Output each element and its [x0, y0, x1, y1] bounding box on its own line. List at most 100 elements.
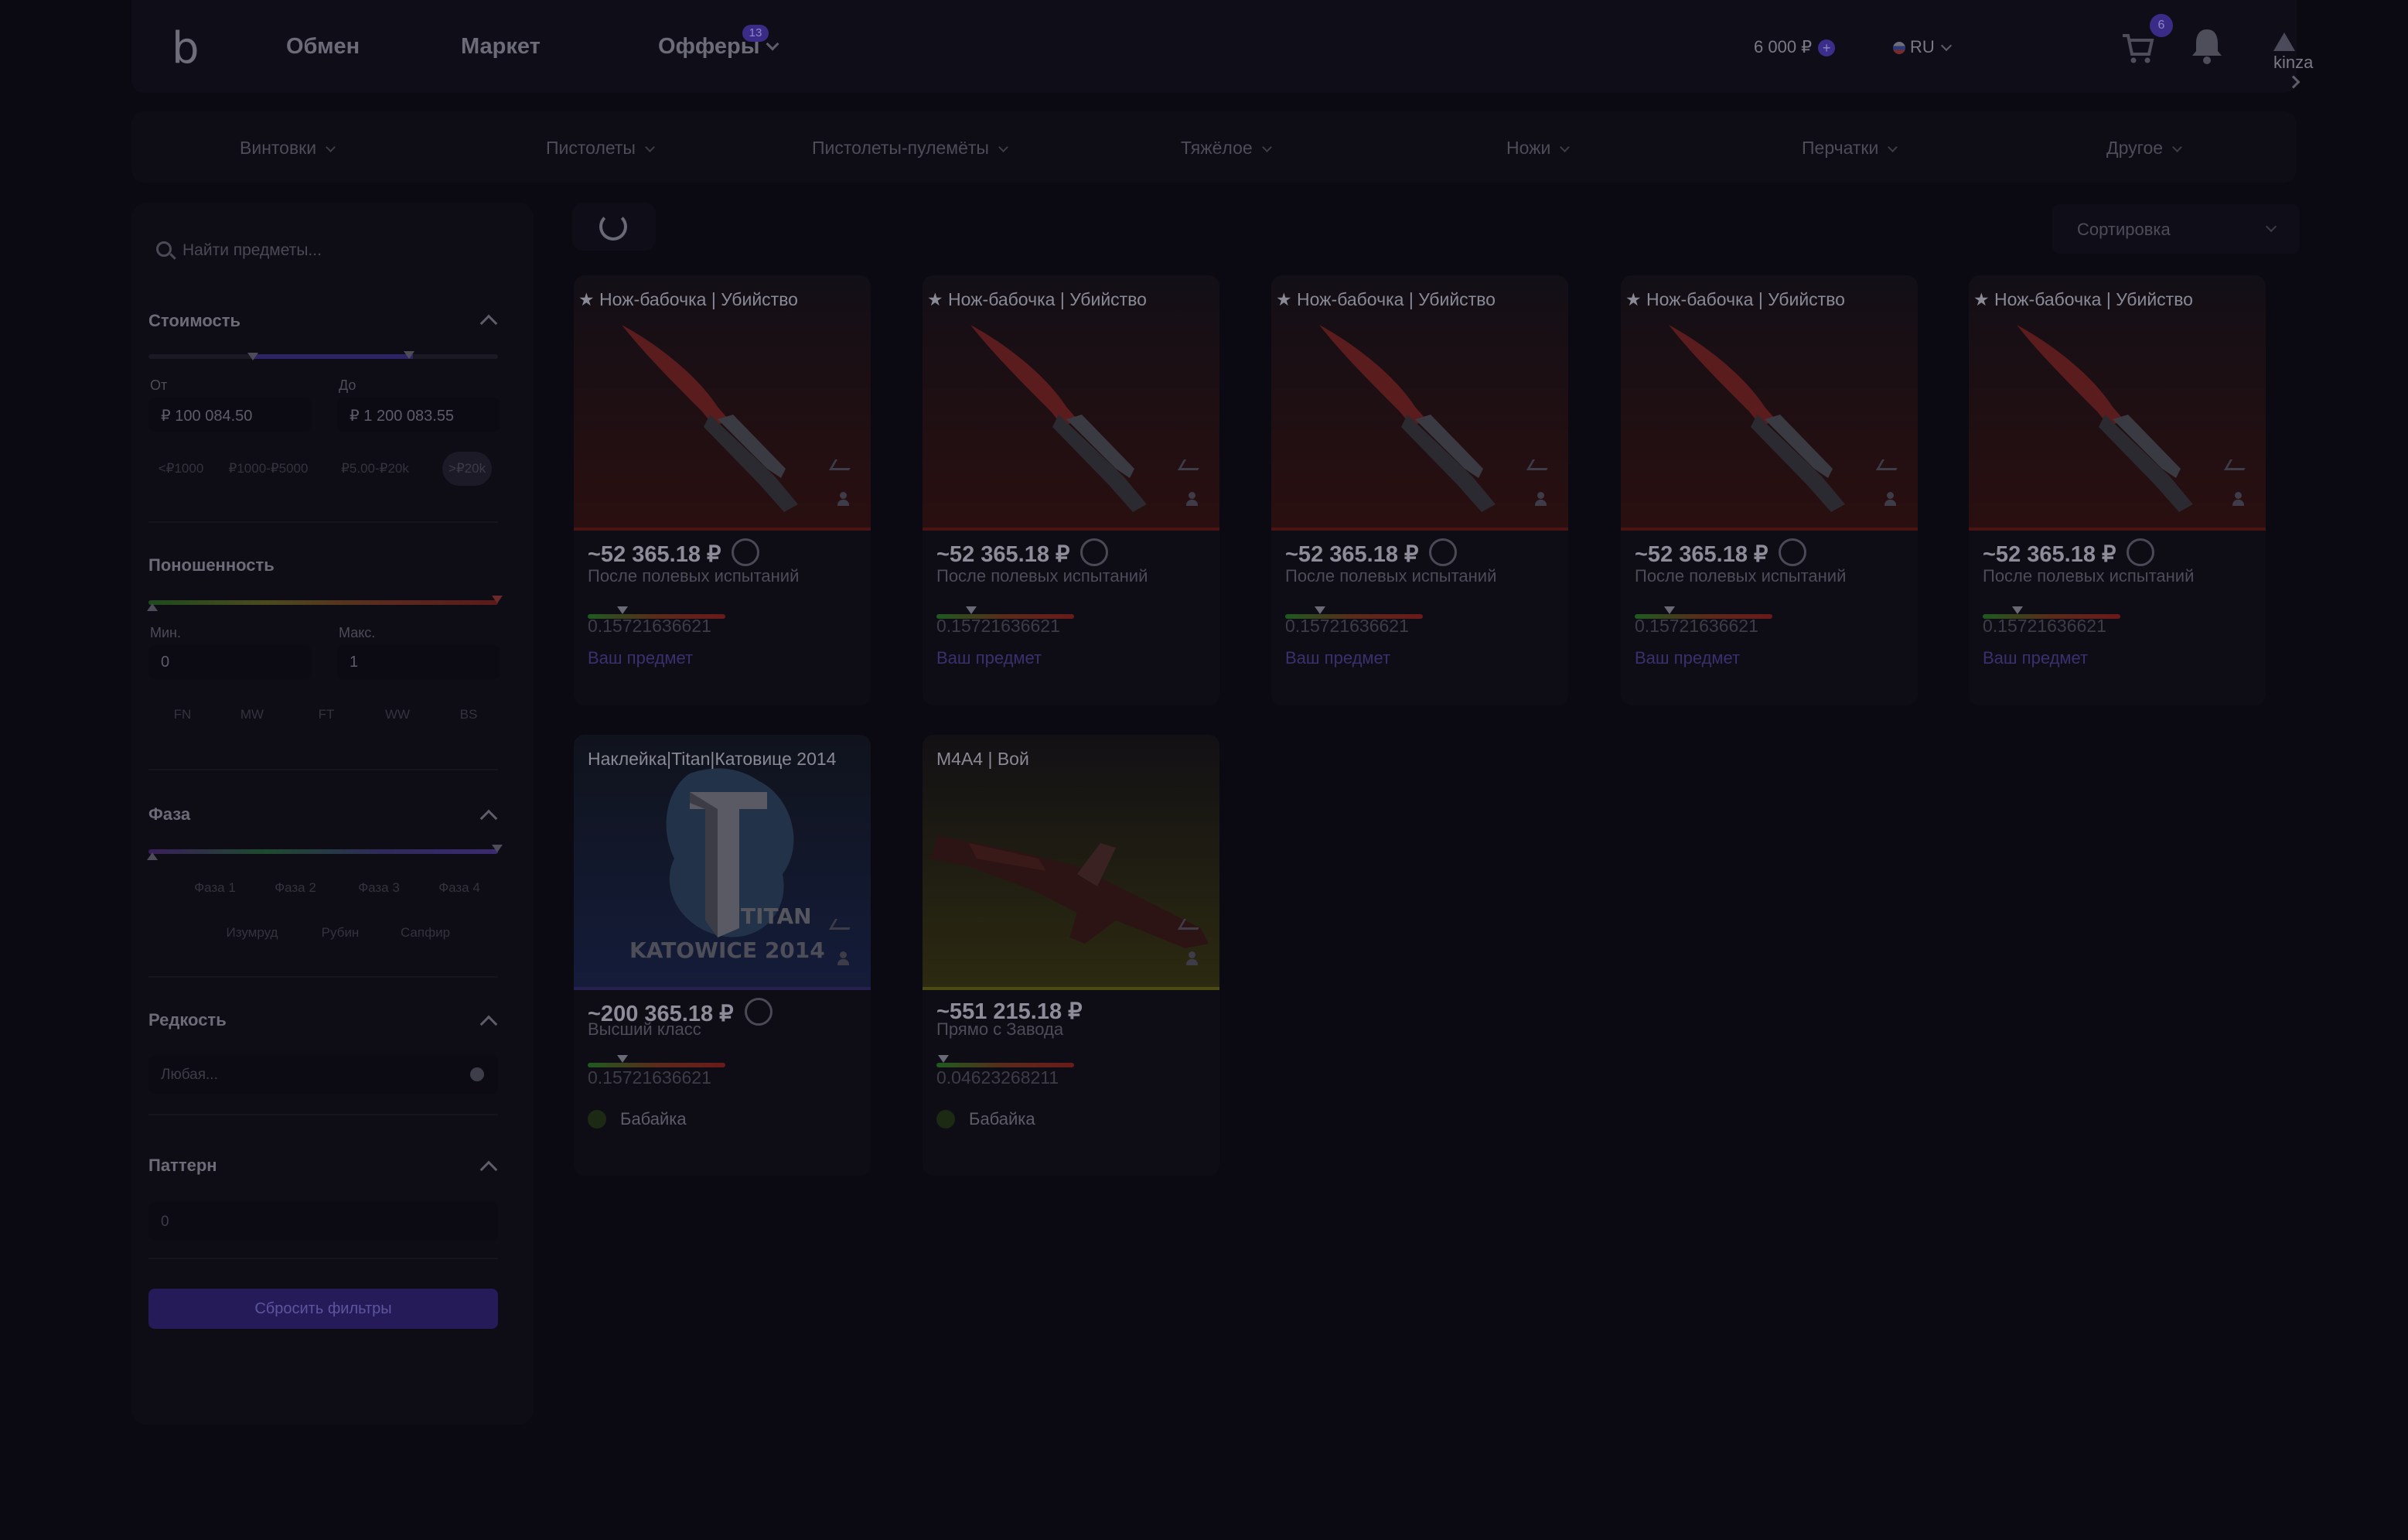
phase-min-handle[interactable]: [147, 852, 158, 860]
chevron-up-icon[interactable]: [479, 1015, 498, 1033]
your-item-link[interactable]: Ваш предмет: [1983, 648, 2088, 668]
chevron-up-icon[interactable]: [479, 809, 498, 828]
rarity-select[interactable]: Любая...: [148, 1055, 498, 1094]
rarity-color-icon: [470, 1067, 484, 1081]
user-menu[interactable]: kinza: [2273, 32, 2313, 93]
category-label: Ножи: [1506, 138, 1551, 158]
price-slider[interactable]: [148, 354, 498, 359]
seller-name: Бабайка: [620, 1109, 687, 1129]
item-card[interactable]: TITAN KATOWICE 2014 Наклейка|Titan|Катов…: [574, 735, 871, 1176]
price-slider-fill: [254, 354, 413, 359]
category-knives[interactable]: Ножи: [1506, 138, 1571, 159]
price-chip[interactable]: ₽5.00-₽20k: [326, 452, 424, 486]
seller-avatar: [936, 1110, 955, 1129]
item-card[interactable]: ★ Нож-бабочка | Убийство ~52 365.18 ₽ По…: [574, 275, 871, 705]
chevron-up-icon[interactable]: [479, 1160, 498, 1179]
item-card[interactable]: ★ Нож-бабочка | Убийство ~52 365.18 ₽ По…: [1969, 275, 2266, 705]
refresh-button[interactable]: [572, 203, 656, 251]
category-pistols[interactable]: Пистолеты: [546, 138, 655, 159]
item-card[interactable]: ★ Нож-бабочка | Убийство ~52 365.18 ₽ По…: [1271, 275, 1568, 705]
phase-chip[interactable]: Фаза 1: [178, 871, 252, 905]
wear-chip[interactable]: BS: [445, 698, 492, 732]
sort-select[interactable]: Сортировка: [2052, 204, 2300, 254]
reset-filters-button[interactable]: Сбросить фильтры: [148, 1289, 498, 1329]
price-min-handle[interactable]: [247, 353, 258, 360]
stattrak-icon: [1080, 538, 1109, 566]
wear-max-handle[interactable]: [492, 596, 503, 603]
wear-min-handle[interactable]: [147, 603, 158, 611]
phase-chip[interactable]: Фаза 2: [258, 871, 333, 905]
balance[interactable]: 6 000 ₽ +: [1754, 37, 1836, 57]
stattrak-icon: [744, 998, 773, 1026]
chevron-down-icon: [2265, 220, 2277, 233]
item-card[interactable]: M4A4 | Вой ~551 215.18 ₽ Прямо с Завода …: [923, 735, 1219, 1176]
your-item-link[interactable]: Ваш предмет: [1635, 648, 1740, 668]
item-price: ~52 365.18 ₽: [1285, 538, 1458, 568]
wear-marker: [937, 1055, 949, 1063]
item-card[interactable]: ★ Нож-бабочка | Убийство ~52 365.18 ₽ По…: [1621, 275, 1918, 705]
phase-chip[interactable]: Рубин: [303, 916, 377, 950]
wear-chip[interactable]: MW: [229, 698, 275, 732]
price-from-label: От: [150, 377, 168, 393]
price-to-input[interactable]: ₽ 1 200 083.55: [337, 398, 500, 432]
wear-max-input[interactable]: 1: [337, 645, 500, 679]
item-image: [923, 735, 1219, 990]
your-item-link[interactable]: Ваш предмет: [936, 648, 1042, 668]
pattern-input[interactable]: 0: [148, 1202, 498, 1241]
price-chip-active[interactable]: >₽20k: [442, 452, 492, 486]
cart-count-badge: 6: [2150, 14, 2173, 37]
price-chip[interactable]: ₽1000-₽5000: [218, 452, 319, 486]
filters-sidebar: Найти предметы... Стоимость От До ₽ 100 …: [131, 203, 534, 1425]
category-rifles[interactable]: Винтовки: [240, 138, 336, 159]
phase-filter-title: Фаза: [148, 804, 191, 824]
sticker-text: TITAN: [741, 903, 812, 929]
bell-icon[interactable]: [2188, 26, 2226, 65]
price-chip[interactable]: <₽1000: [148, 452, 213, 486]
knife-image: [923, 275, 1219, 531]
price-filter-title: Стоимость: [148, 311, 241, 330]
item-card[interactable]: ★ Нож-бабочка | Убийство ~52 365.18 ₽ По…: [923, 275, 1219, 705]
wear-marker: [1314, 606, 1325, 614]
price-max-handle[interactable]: [404, 351, 414, 359]
flag-icon: [1893, 42, 1905, 54]
item-wear: После полевых испытаний: [588, 566, 800, 586]
item-price: ~52 365.18 ₽: [588, 538, 760, 568]
language-selector[interactable]: RU: [1893, 37, 1952, 57]
sticker-image: TITAN KATOWICE 2014: [574, 735, 871, 990]
seller[interactable]: Бабайка: [588, 1109, 687, 1129]
phase-chip[interactable]: Сапфир: [387, 916, 464, 950]
category-smgs[interactable]: Пистолеты-пулемёты: [812, 138, 1008, 159]
category-other[interactable]: Другое: [2106, 138, 2182, 159]
phase-max-handle[interactable]: [492, 845, 503, 852]
price-from-input[interactable]: ₽ 100 084.50: [148, 398, 311, 432]
add-funds-icon[interactable]: +: [1818, 39, 1836, 56]
nav-market[interactable]: Маркет: [461, 34, 541, 60]
nav-exchange[interactable]: Обмен: [286, 34, 360, 60]
cart-icon[interactable]: [2121, 31, 2155, 65]
category-gloves[interactable]: Перчатки: [1802, 138, 1898, 159]
pattern-value: 0: [161, 1214, 169, 1230]
wear-slider[interactable]: [148, 600, 498, 605]
wear-min-input[interactable]: 0: [148, 645, 311, 679]
phase-chip[interactable]: Изумруд: [212, 916, 292, 950]
wear-chip[interactable]: FN: [159, 698, 206, 732]
wear-chip[interactable]: WW: [374, 698, 421, 732]
seller[interactable]: Бабайка: [936, 1109, 1035, 1129]
wear-marker: [616, 606, 628, 614]
your-item-link[interactable]: Ваш предмет: [1285, 648, 1390, 668]
item-title: M4A4 | Вой: [936, 749, 1029, 769]
category-label: Другое: [2106, 138, 2164, 158]
chevron-down-icon: [1261, 142, 1272, 152]
search-input[interactable]: Найти предметы...: [150, 226, 506, 275]
phase-chip[interactable]: Фаза 3: [342, 871, 416, 905]
logo[interactable]: b: [172, 23, 200, 73]
chevron-up-icon[interactable]: [479, 314, 498, 333]
your-item-link[interactable]: Ваш предмет: [588, 648, 693, 668]
search-placeholder: Найти предметы...: [182, 241, 322, 259]
phase-chip[interactable]: Фаза 4: [422, 871, 496, 905]
phase-slider[interactable]: [148, 849, 498, 854]
item-wear: После полевых испытаний: [936, 566, 1148, 586]
category-heavy[interactable]: Тяжёлое: [1181, 138, 1272, 159]
wear-marker: [616, 1055, 628, 1063]
wear-chip[interactable]: FT: [303, 698, 350, 732]
